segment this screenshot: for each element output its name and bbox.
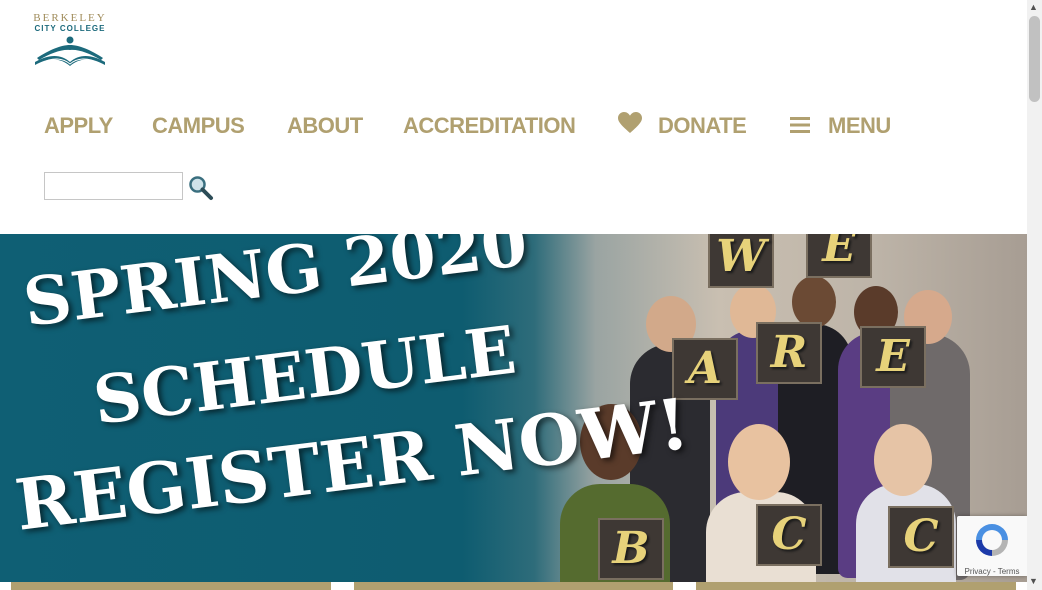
letter-sign: C xyxy=(888,506,954,568)
feature-card-2[interactable] xyxy=(354,582,673,590)
letter-sign: E xyxy=(806,234,872,278)
student-face xyxy=(728,424,790,500)
hamburger-icon xyxy=(790,109,810,145)
nav-menu-label: MENU xyxy=(828,113,891,138)
nav-about[interactable]: ABOUT xyxy=(287,108,363,144)
nav-campus[interactable]: CAMPUS xyxy=(152,108,245,144)
nav-accreditation[interactable]: ACCREDITATION xyxy=(403,108,576,144)
nav-menu[interactable]: MENU xyxy=(790,108,891,145)
letter-sign: B xyxy=(598,518,664,580)
nav-accreditation-label: ACCREDITATION xyxy=(403,113,576,138)
nav-campus-label: CAMPUS xyxy=(152,113,245,138)
student-face xyxy=(874,424,932,496)
search-button[interactable] xyxy=(188,175,214,201)
student-face xyxy=(792,276,836,328)
recaptcha-terms-link[interactable]: Terms xyxy=(998,567,1020,576)
recaptcha-links: Privacy - Terms xyxy=(957,567,1027,577)
recaptcha-privacy-link[interactable]: Privacy xyxy=(965,567,991,576)
recaptcha-badge[interactable]: Privacy - Terms xyxy=(957,516,1027,576)
heart-icon xyxy=(618,109,642,145)
nav-donate[interactable]: DONATE xyxy=(618,108,747,145)
scroll-down-arrow-icon[interactable]: ▼ xyxy=(1029,576,1038,586)
letter-sign: R xyxy=(756,322,822,384)
nav-apply[interactable]: APPLY xyxy=(44,108,113,144)
feature-card-3[interactable] xyxy=(696,582,1016,590)
feature-card-1[interactable] xyxy=(11,582,331,590)
recaptcha-icon xyxy=(976,524,1008,556)
hero-banner[interactable]: W E A R E B C C SPRING 2020 SCHEDULE REG… xyxy=(0,234,1027,582)
letter-sign: E xyxy=(860,326,926,388)
scrollbar-thumb[interactable] xyxy=(1029,16,1040,102)
logo-line-1: BERKELEY xyxy=(33,12,107,24)
logo-line-2: CITY COLLEGE xyxy=(34,24,106,33)
letter-sign: C xyxy=(756,504,822,566)
letter-sign: W xyxy=(708,234,774,288)
nav-about-label: ABOUT xyxy=(287,113,363,138)
nav-apply-label: APPLY xyxy=(44,113,113,138)
nav-donate-label: DONATE xyxy=(658,113,747,138)
search-input[interactable] xyxy=(44,172,183,200)
open-book-person-icon xyxy=(35,36,105,66)
recaptcha-separator: - xyxy=(990,567,998,576)
search-icon xyxy=(189,176,213,200)
college-logo[interactable]: BERKELEY CITY COLLEGE xyxy=(30,10,110,68)
scroll-up-arrow-icon[interactable]: ▲ xyxy=(1029,2,1038,12)
main-nav: APPLY CAMPUS ABOUT ACCREDITATION DONATE … xyxy=(0,108,1027,144)
